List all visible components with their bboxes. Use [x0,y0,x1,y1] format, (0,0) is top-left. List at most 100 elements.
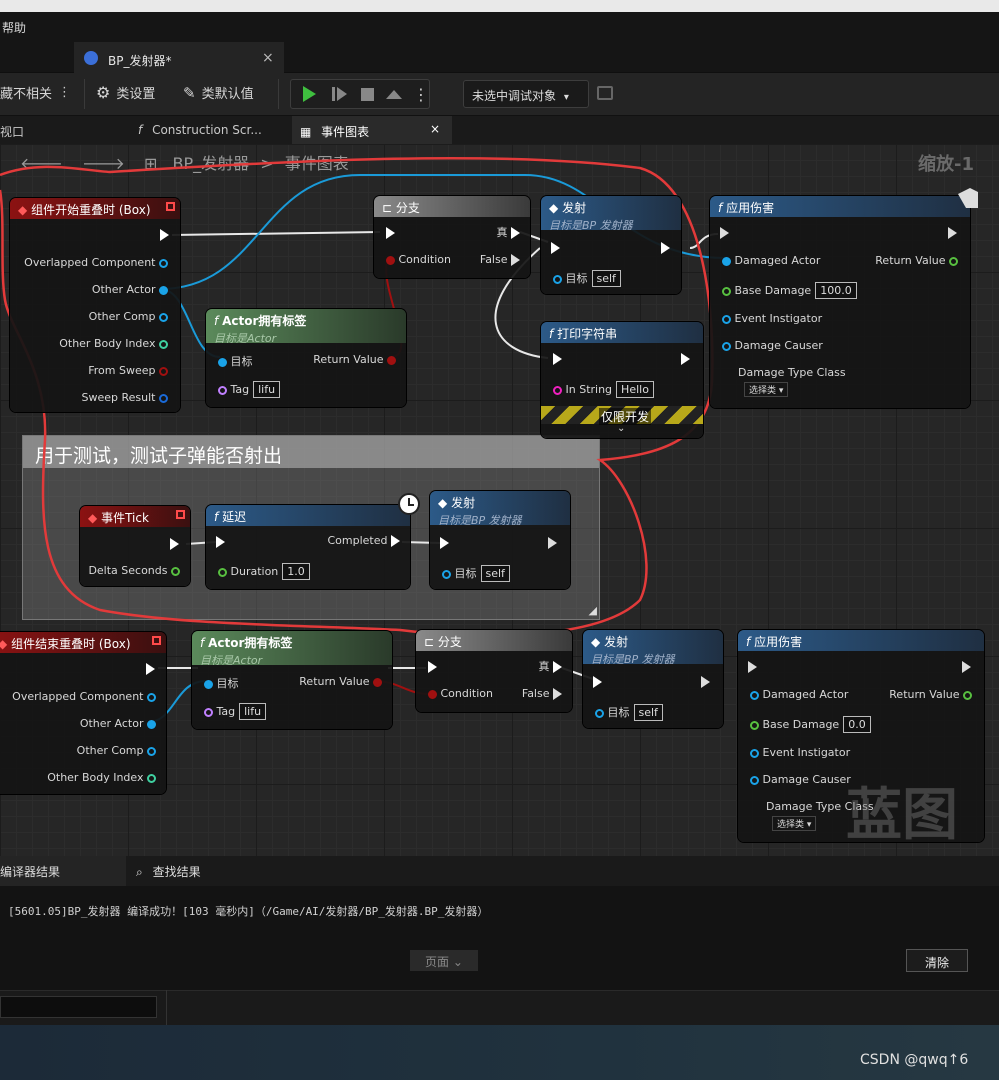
node-apply-damage-1-title-text: 应用伤害 [726,201,775,215]
exec-in-pin[interactable] [748,661,757,673]
pin-other-comp[interactable]: Other Comp [89,310,168,323]
pin-label: Damage Type Class [738,366,846,379]
duration-value[interactable]: 1.0 [282,563,310,580]
node-branch-2[interactable]: ⊏ 分支 真 Condition False [416,630,572,712]
tag-value[interactable]: lifu [253,381,281,398]
exec-out-pin[interactable] [170,538,179,550]
node-end-overlap[interactable]: ◆ 组件结束重叠时 (Box) Overlapped Component Oth… [0,632,166,794]
pin-target[interactable]: 目标 self [595,704,663,721]
pin-return-value[interactable]: Return Value [875,254,958,267]
exec-out-pin[interactable] [701,676,710,688]
exec-in-pin[interactable] [386,227,395,239]
pin-delta-seconds[interactable]: Delta Seconds [88,564,180,577]
pin-label: Condition [440,687,494,700]
exec-out-pin[interactable] [146,663,155,675]
target-value[interactable]: self [591,270,621,287]
pin-damaged-actor[interactable]: Damaged Actor [750,688,848,701]
base-damage-value[interactable]: 0.0 [843,716,871,733]
select-class-dropdown[interactable]: 选择类 ▾ [744,382,789,397]
pin-base-damage[interactable]: Base Damage 100.0 [722,282,857,299]
exec-in-pin[interactable] [216,536,225,548]
pin-duration[interactable]: Duration 1.0 [218,563,310,580]
node-event-tick[interactable]: ◆ 事件Tick Delta Seconds [80,506,190,586]
exec-out-pin[interactable] [160,229,169,241]
select-class-label: 选择类 [749,386,777,396]
clear-button[interactable]: 清除 [906,949,968,972]
target-value[interactable]: self [633,704,663,721]
pin-target[interactable]: 目标 [218,353,253,369]
pin-overlapped-component[interactable]: Overlapped Component [24,256,168,269]
node-print-string[interactable]: f 打印字符串 In String Hello 仅限开发 ⌄ [541,322,703,438]
node-has-tag-1[interactable]: f Actor拥有标签 目标是Actor 目标 Return Value Tag… [206,309,406,407]
pin-damaged-actor[interactable]: Damaged Actor [722,254,820,267]
exec-in-pin[interactable] [593,676,602,688]
tab-find-results[interactable]: ⌕ 查找结果 [136,856,201,886]
pin-damage-type-class[interactable]: Damage Type Class [738,366,846,379]
node-delay[interactable]: f 延迟 Completed Duration 1.0 [206,505,410,589]
node-fire-2-subtitle: 目标是BP 发射器 [438,514,522,525]
pin-false[interactable]: False [522,687,562,700]
node-begin-overlap[interactable]: ◆ 组件开始重叠时 (Box) Overlapped Component Oth… [10,198,180,412]
exec-in-pin[interactable] [440,537,449,549]
pin-other-body-index[interactable]: Other Body Index [59,337,168,350]
pin-damage-causer[interactable]: Damage Causer [722,339,823,352]
pin-true[interactable]: 真 [539,658,562,674]
pin-sweep-result[interactable]: Sweep Result [82,391,168,404]
pin-from-sweep[interactable]: From Sweep [88,364,168,377]
pin-damage-causer[interactable]: Damage Causer [750,773,851,786]
select-class-dropdown[interactable]: 选择类 ▾ [772,816,817,831]
pin-return-value[interactable]: Return Value [313,353,396,366]
pin-event-instigator[interactable]: Event Instigator [722,312,822,325]
node-apply-damage-1[interactable]: f 应用伤害 Damaged Actor Return Value Base D… [710,196,970,408]
exec-in-pin[interactable] [720,227,729,239]
pin-other-actor[interactable]: Other Actor [92,283,168,296]
function-icon: ◆ [438,496,448,510]
pin-event-instigator[interactable]: Event Instigator [750,746,850,759]
node-fire-3[interactable]: ◆ 发射 目标是BP 发射器 目标 self [583,630,723,728]
os-taskbar [0,1025,999,1080]
pin-overlapped-component[interactable]: Overlapped Component [12,690,156,703]
pin-return-value[interactable]: Return Value [299,675,382,688]
exec-in-pin[interactable] [553,353,562,365]
pin-target[interactable]: 目标 self [442,565,510,582]
pin-base-damage[interactable]: Base Damage 0.0 [750,716,871,733]
console-command-input[interactable] [0,996,157,1018]
tab-compiler-results[interactable]: 编译器结果 [0,856,126,886]
in-string-value[interactable]: Hello [616,381,654,398]
pin-label: Return Value [875,254,946,267]
node-fire-1[interactable]: ◆ 发射 目标是BP 发射器 目标 self [541,196,681,294]
node-has-tag-2[interactable]: f Actor拥有标签 目标是Actor 目标 Return Value Tag… [192,631,392,729]
pin-return-value[interactable]: Return Value [889,688,972,701]
pin-condition[interactable]: Condition [386,253,451,266]
node-branch-1[interactable]: ⊏ 分支 真 Condition False [374,196,530,278]
exec-out-pin[interactable] [661,242,670,254]
node-fire-2[interactable]: ◆ 发射 目标是BP 发射器 目标 self [430,491,570,589]
pin-tag[interactable]: Tag lifu [204,703,267,720]
pin-label: 目标 [454,567,477,580]
exec-out-pin[interactable] [548,537,557,549]
pin-completed[interactable]: Completed [328,534,400,547]
exec-in-pin[interactable] [551,242,560,254]
exec-in-pin[interactable] [428,661,437,673]
exec-out-pin[interactable] [948,227,957,239]
bottom-tab-bar: 编译器结果 ⌕ 查找结果 [0,856,999,886]
pin-other-actor[interactable]: Other Actor [80,717,156,730]
pin-target[interactable]: 目标 self [553,270,621,287]
exec-out-pin[interactable] [681,353,690,365]
function-icon: f [214,314,219,328]
tag-value[interactable]: lifu [239,703,267,720]
pin-in-string[interactable]: In String Hello [553,381,654,398]
node-has-tag-2-title: f Actor拥有标签 目标是Actor [192,631,392,665]
pin-other-body-index[interactable]: Other Body Index [47,771,156,784]
chevron-down-icon[interactable]: ⌄ [617,423,625,434]
exec-out-pin[interactable] [962,661,971,673]
pin-other-comp[interactable]: Other Comp [77,744,156,757]
page-dropdown[interactable]: 页面 ⌄ [410,950,478,971]
pin-false[interactable]: False [480,253,520,266]
pin-true[interactable]: 真 [497,224,520,240]
pin-target[interactable]: 目标 [204,675,239,691]
pin-condition[interactable]: Condition [428,687,493,700]
target-value[interactable]: self [480,565,510,582]
pin-tag[interactable]: Tag lifu [218,381,281,398]
base-damage-value[interactable]: 100.0 [815,282,857,299]
